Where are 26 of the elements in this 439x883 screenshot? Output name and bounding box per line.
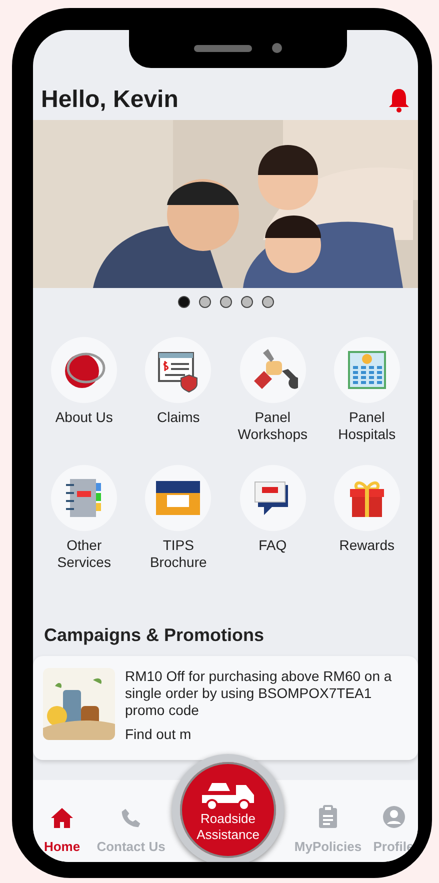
carousel-dot[interactable] [198,296,210,308]
menu-label: Panel Hospitals [337,409,397,443]
menu-label: Other Services [56,537,112,571]
nav-tab[interactable]: Home [33,807,91,854]
promo-card[interactable]: RM10 Off for purchasing above RM60 on a single order by using BSOMPOX7TEA1 promo code Find out m [33,656,418,760]
menu-label: TIPS Brochure [148,537,208,571]
notification-bell-icon[interactable] [388,87,410,113]
menu-label: Panel Workshops [236,409,309,443]
section-title: Campaigns & Promotions [44,625,266,646]
carousel-dot[interactable] [262,296,274,308]
find-out-more-link[interactable]: Find out m [125,726,192,742]
menu-label: Claims [156,409,201,426]
promo-text: RM10 Off for purchasing above RM60 on a single order by using BSOMPOX7TEA1 promo code [125,668,393,719]
front-camera [272,43,282,53]
greeting-title: Hello, Kevin [41,86,178,114]
menu-label: Rewards [338,537,396,554]
user-profile-icon [382,805,406,829]
home-icon [50,807,74,829]
carousel-dot[interactable] [220,296,232,308]
carousel-dot[interactable] [240,296,252,308]
menu-label: About Us [54,409,114,426]
menu-label: FAQ [258,537,288,554]
speaker-grille [194,44,252,52]
phone-icon [120,807,142,829]
carousel-dot[interactable] [178,296,190,308]
clipboard-icon [318,805,338,829]
